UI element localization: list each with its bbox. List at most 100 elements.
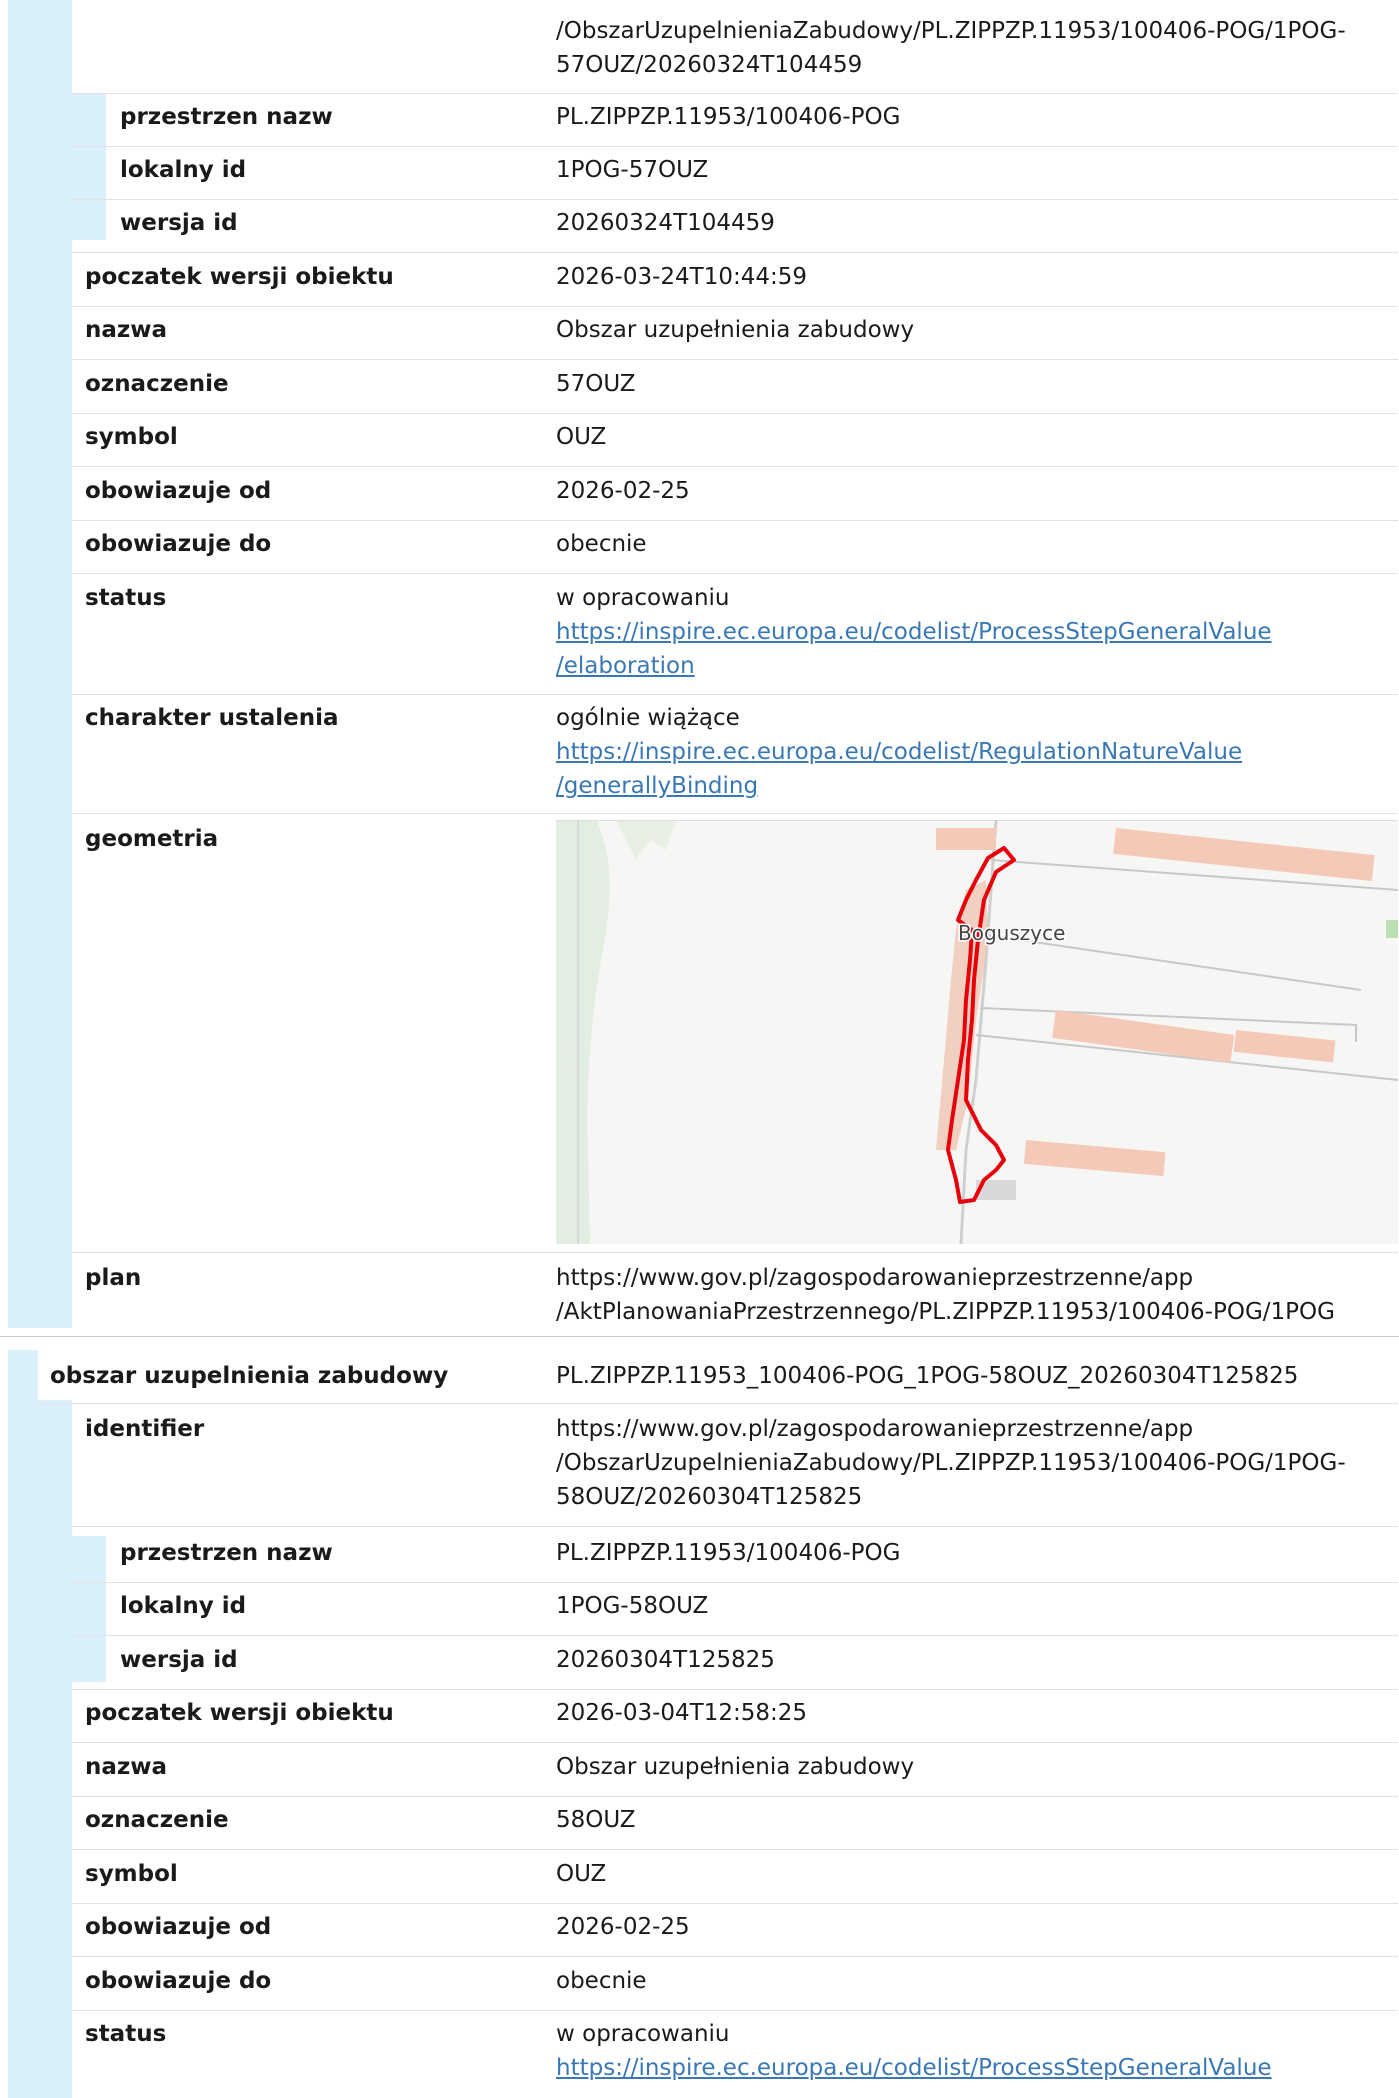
symbol-value: OUZ [556,424,607,450]
green-area [556,820,610,1244]
row-divider [72,413,1398,414]
plan-value-line: /AktPlanowaniaPrzestrzennego/PL.ZIPPZP.1… [556,1299,1335,1325]
row-divider [72,573,1398,574]
obowiazuje-do-value: obecnie [556,1968,647,1994]
oznaczenie-label: oznaczenie [85,371,229,397]
symbol-value: OUZ [556,1861,607,1887]
poczatek-wersji-value: 2026-03-04T12:58:25 [556,1700,808,1726]
row-divider [72,359,1398,360]
poczatek-wersji-value: 2026-03-24T10:44:59 [556,264,808,290]
plan-label: plan [85,1265,142,1291]
status-label: status [85,2021,167,2047]
geometry-map: Boguszyce [556,820,1398,1244]
row-divider [72,813,1398,814]
row-divider [72,466,1398,467]
record1-inner-gutter [38,0,72,1328]
wersja-id-label: wersja id [120,1647,238,1673]
building [1233,1030,1336,1063]
row-divider [72,1956,1398,1957]
charakter-link-line[interactable]: /generallyBinding [556,773,758,799]
poczatek-wersji-label: poczatek wersji obiektu [85,264,394,290]
przestrzen-nazw-label: przestrzen nazw [120,104,333,130]
row-divider [72,146,1398,147]
row-divider [72,694,1398,695]
identifier-value-line: /ObszarUzupelnieniaZabudowy/PL.ZIPPZP.11… [556,1450,1346,1476]
nazwa-value: Obszar uzupełnienia zabudowy [556,317,915,343]
identifier-value-line: 58OUZ/20260304T125825 [556,1484,863,1510]
lokalny-id-label: lokalny id [120,1593,247,1619]
obowiazuje-od-value: 2026-02-25 [556,478,690,504]
status-value: w opracowaniu [556,585,730,611]
record2-title-label: obszar uzupelnienia zabudowy [50,1363,449,1389]
row-divider [72,1252,1398,1253]
przestrzen-nazw-value: PL.ZIPPZP.11953/100406-POG [556,104,901,130]
row-divider [72,93,1398,94]
row-divider [72,1742,1398,1743]
row-divider [38,1403,1398,1404]
row-divider [72,1849,1398,1850]
record1-outer-gutter [8,0,38,1328]
oznaczenie-value: 58OUZ [556,1807,636,1833]
building [1113,828,1375,882]
status-label: status [85,585,167,611]
poczatek-wersji-label: poczatek wersji obiektu [85,1700,394,1726]
obowiazuje-od-value: 2026-02-25 [556,1914,690,1940]
geometry-map-svg: Boguszyce [556,820,1398,1244]
map-border [556,820,1398,821]
przestrzen-nazw-value: PL.ZIPPZP.11953/100406-POG [556,1540,901,1566]
record1-id-subgutter [72,94,106,240]
green-area-small [616,820,676,860]
symbol-label: symbol [85,424,178,450]
obowiazuje-do-label: obowiazuje do [85,531,272,557]
plan-value-line: https://www.gov.pl/zagospodarowanieprzes… [556,1265,1194,1291]
row-divider [72,520,1398,521]
wersja-id-value: 20260304T125825 [556,1647,775,1673]
lokalny-id-label: lokalny id [120,157,247,183]
record2-id-subgutter [72,1536,106,1682]
row-divider [72,2010,1398,2011]
obowiazuje-od-label: obowiazuje od [85,478,272,504]
status-codelist-link[interactable]: https://inspire.ec.europa.eu/codelist/Pr… [556,615,1272,683]
status-codelist-link[interactable]: https://inspire.ec.europa.eu/codelist/Pr… [556,2051,1272,2085]
wersja-id-label: wersja id [120,210,238,236]
geometria-label: geometria [85,826,219,852]
status-link-line[interactable]: https://inspire.ec.europa.eu/codelist/Pr… [556,619,1272,645]
building [1023,1139,1166,1177]
nazwa-label: nazwa [85,317,168,343]
row-divider [72,1635,1398,1636]
status-link-line[interactable]: https://inspire.ec.europa.eu/codelist/Pr… [556,2055,1272,2081]
charakter-ustalenia-value: ogólnie wiążące [556,705,740,731]
row-divider [72,252,1398,253]
oznaczenie-value: 57OUZ [556,371,636,397]
map-place-label: Boguszyce [958,921,1065,945]
wersja-id-value: 20260324T104459 [556,210,775,236]
record2-title-value: PL.ZIPPZP.11953_100406-POG_1POG-58OUZ_20… [556,1363,1299,1389]
status-link-line[interactable]: /elaboration [556,653,695,679]
row-divider [72,1582,1398,1583]
lokalny-id-value: 1POG-58OUZ [556,1593,709,1619]
green-marker [1386,920,1398,938]
identifier-value-line: https://www.gov.pl/zagospodarowanieprzes… [556,1416,1194,1442]
charakter-codelist-link[interactable]: https://inspire.ec.europa.eu/codelist/Re… [556,735,1242,803]
symbol-label: symbol [85,1861,178,1887]
nazwa-value: Obszar uzupełnienia zabudowy [556,1754,915,1780]
row-divider [72,1689,1398,1690]
record-divider [0,1336,1399,1337]
row-divider [72,1526,1398,1527]
oznaczenie-label: oznaczenie [85,1807,229,1833]
identifier-value-line: /ObszarUzupelnieniaZabudowy/PL.ZIPPZP.11… [556,18,1346,44]
identifier-value-line: 57OUZ/20260324T104459 [556,52,863,78]
obowiazuje-do-value: obecnie [556,531,647,557]
record2-outer-gutter [8,1350,38,2098]
lokalny-id-value: 1POG-57OUZ [556,157,709,183]
status-value: w opracowaniu [556,2021,730,2047]
obowiazuje-do-label: obowiazuje do [85,1968,272,1994]
identifier-label: identifier [85,1416,205,1442]
row-divider [72,1796,1398,1797]
row-divider [72,306,1398,307]
nazwa-label: nazwa [85,1754,168,1780]
obowiazuje-od-label: obowiazuje od [85,1914,272,1940]
charakter-link-line[interactable]: https://inspire.ec.europa.eu/codelist/Re… [556,739,1242,765]
przestrzen-nazw-label: przestrzen nazw [120,1540,333,1566]
building [936,828,996,850]
